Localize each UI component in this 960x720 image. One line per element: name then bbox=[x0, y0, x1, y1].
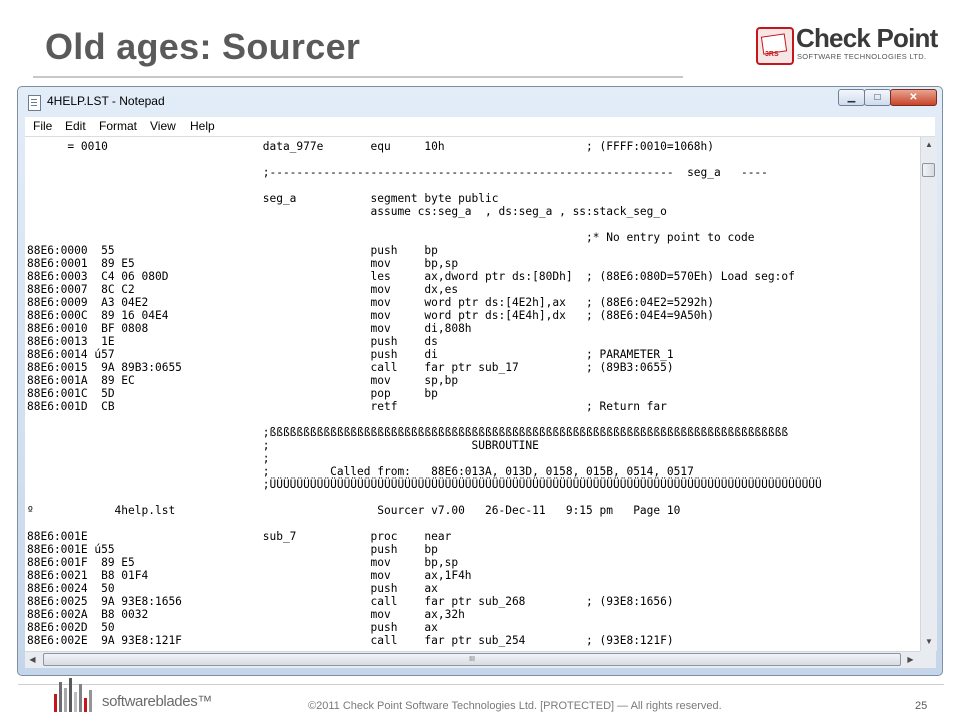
code-line: 88E6:001D CB retf ; Return far bbox=[27, 400, 667, 413]
code-line: seg_a segment byte public bbox=[27, 192, 499, 205]
code-line: ;---------------------------------------… bbox=[27, 166, 768, 179]
code-line: ; bbox=[27, 452, 270, 465]
scrollbar-corner bbox=[920, 651, 936, 668]
code-line: 88E6:001A 89 EC mov sp,bp bbox=[27, 374, 459, 387]
menu-view[interactable]: View bbox=[150, 119, 176, 133]
vertical-scrollbar[interactable]: ▲ ▼ bbox=[920, 137, 937, 651]
code-line: ;ßßßßßßßßßßßßßßßßßßßßßßßßßßßßßßßßßßßßßßß… bbox=[27, 426, 789, 439]
code-line: 88E6:0013 1E push ds bbox=[27, 335, 438, 348]
scroll-right-arrow-icon[interactable]: ▶ bbox=[903, 652, 918, 668]
code-line: 88E6:002E 9A 93E8:121F call far ptr sub_… bbox=[27, 634, 674, 647]
menu-edit[interactable]: Edit bbox=[65, 119, 86, 133]
code-line: 88E6:0021 B8 01F4 mov ax,1F4h bbox=[27, 569, 472, 582]
code-line: ; SUBROUTINE bbox=[27, 439, 539, 452]
text-editor-area[interactable]: = 0010 data_977e equ 10h ; (FFFF:0010=10… bbox=[25, 137, 920, 651]
code-line: 88E6:0009 A3 04E2 mov word ptr ds:[4E2h]… bbox=[27, 296, 715, 309]
code-line: 88E6:002D 50 push ax bbox=[27, 621, 438, 634]
code-line: 88E6:0001 89 E5 mov bp,sp bbox=[27, 257, 459, 270]
code-line: 88E6:0024 50 push ax bbox=[27, 582, 438, 595]
code-line: 88E6:0003 C4 06 080D les ax,dword ptr ds… bbox=[27, 270, 795, 283]
notepad-icon bbox=[28, 95, 41, 111]
title-divider bbox=[33, 76, 683, 78]
copyright-text: ©2011 Check Point Software Technologies … bbox=[308, 700, 722, 712]
minimize-button[interactable]: ▁ bbox=[838, 89, 865, 106]
code-line: 88E6:0010 BF 0808 mov di,808h bbox=[27, 322, 472, 335]
check-point-emblem-icon: 3RS bbox=[756, 27, 794, 65]
code-line: 88E6:000C 89 16 04E4 mov word ptr ds:[4E… bbox=[27, 309, 715, 322]
scroll-left-arrow-icon[interactable]: ◀ bbox=[25, 652, 40, 668]
logo-subtitle: SOFTWARE TECHNOLOGIES LTD. bbox=[797, 52, 927, 61]
code-line: 88E6:002A B8 0032 mov ax,32h bbox=[27, 608, 465, 621]
software-blades-bars-icon bbox=[52, 676, 96, 712]
vertical-scroll-thumb[interactable] bbox=[922, 163, 935, 177]
menu-help[interactable]: Help bbox=[190, 119, 215, 133]
horizontal-scrollbar[interactable]: ◀ III ▶ bbox=[25, 651, 920, 668]
code-line: 88E6:0007 8C C2 mov dx,es bbox=[27, 283, 459, 296]
code-line: 88E6:0014 ú57 push di ; PARAMETER_1 bbox=[27, 348, 674, 361]
code-line: ; Called from: 88E6:013A, 013D, 0158, 01… bbox=[27, 465, 694, 478]
page-number: 25 bbox=[915, 700, 928, 712]
window-titlebar[interactable]: 4HELP.LST - Notepad ▁ □ ✕ bbox=[18, 87, 942, 117]
code-line: 88E6:001E ú55 push bp bbox=[27, 543, 438, 556]
scroll-down-arrow-icon[interactable]: ▼ bbox=[921, 634, 937, 649]
scroll-up-arrow-icon[interactable]: ▲ bbox=[921, 137, 937, 152]
maximize-button[interactable]: □ bbox=[864, 89, 891, 106]
code-line: 88E6:001C 5D pop bp bbox=[27, 387, 438, 400]
menu-bar: File Edit Format View Help bbox=[25, 117, 935, 137]
window-title: 4HELP.LST - Notepad bbox=[47, 94, 165, 108]
close-button[interactable]: ✕ bbox=[890, 89, 937, 106]
code-line: 88E6:0015 9A 89B3:0655 call far ptr sub_… bbox=[27, 361, 674, 374]
code-line: = 0010 data_977e equ 10h ; (FFFF:0010=10… bbox=[27, 140, 715, 153]
footer-divider bbox=[18, 684, 944, 685]
code-line: 88E6:0000 55 push bp bbox=[27, 244, 438, 257]
code-line: 88E6:001F 89 E5 mov bp,sp bbox=[27, 556, 459, 569]
code-line: assume cs:seg_a , ds:seg_a , ss:stack_se… bbox=[27, 205, 667, 218]
logo-name: Check Point bbox=[796, 23, 938, 53]
code-line: 88E6:001E sub_7 proc near bbox=[27, 530, 452, 543]
notepad-window: 4HELP.LST - Notepad ▁ □ ✕ File Edit Form… bbox=[17, 86, 943, 676]
code-line: ;* No entry point to code bbox=[27, 231, 755, 244]
slide-title: Old ages: Sourcer bbox=[45, 26, 361, 67]
horizontal-scroll-thumb[interactable]: III bbox=[43, 653, 901, 666]
check-point-logo: 3RS Check Point SOFTWARE TECHNOLOGIES LT… bbox=[756, 23, 938, 65]
menu-file[interactable]: File bbox=[33, 119, 52, 133]
code-line: º 4help.lst Sourcer v7.00 26-Dec-11 9:15… bbox=[27, 504, 681, 517]
code-line: ;ÜÜÜÜÜÜÜÜÜÜÜÜÜÜÜÜÜÜÜÜÜÜÜÜÜÜÜÜÜÜÜÜÜÜÜÜÜÜÜ… bbox=[27, 478, 822, 491]
software-blades-logo: softwareblades™ bbox=[102, 693, 212, 710]
menu-format[interactable]: Format bbox=[99, 119, 137, 133]
code-line: 88E6:0025 9A 93E8:1656 call far ptr sub_… bbox=[27, 595, 674, 608]
